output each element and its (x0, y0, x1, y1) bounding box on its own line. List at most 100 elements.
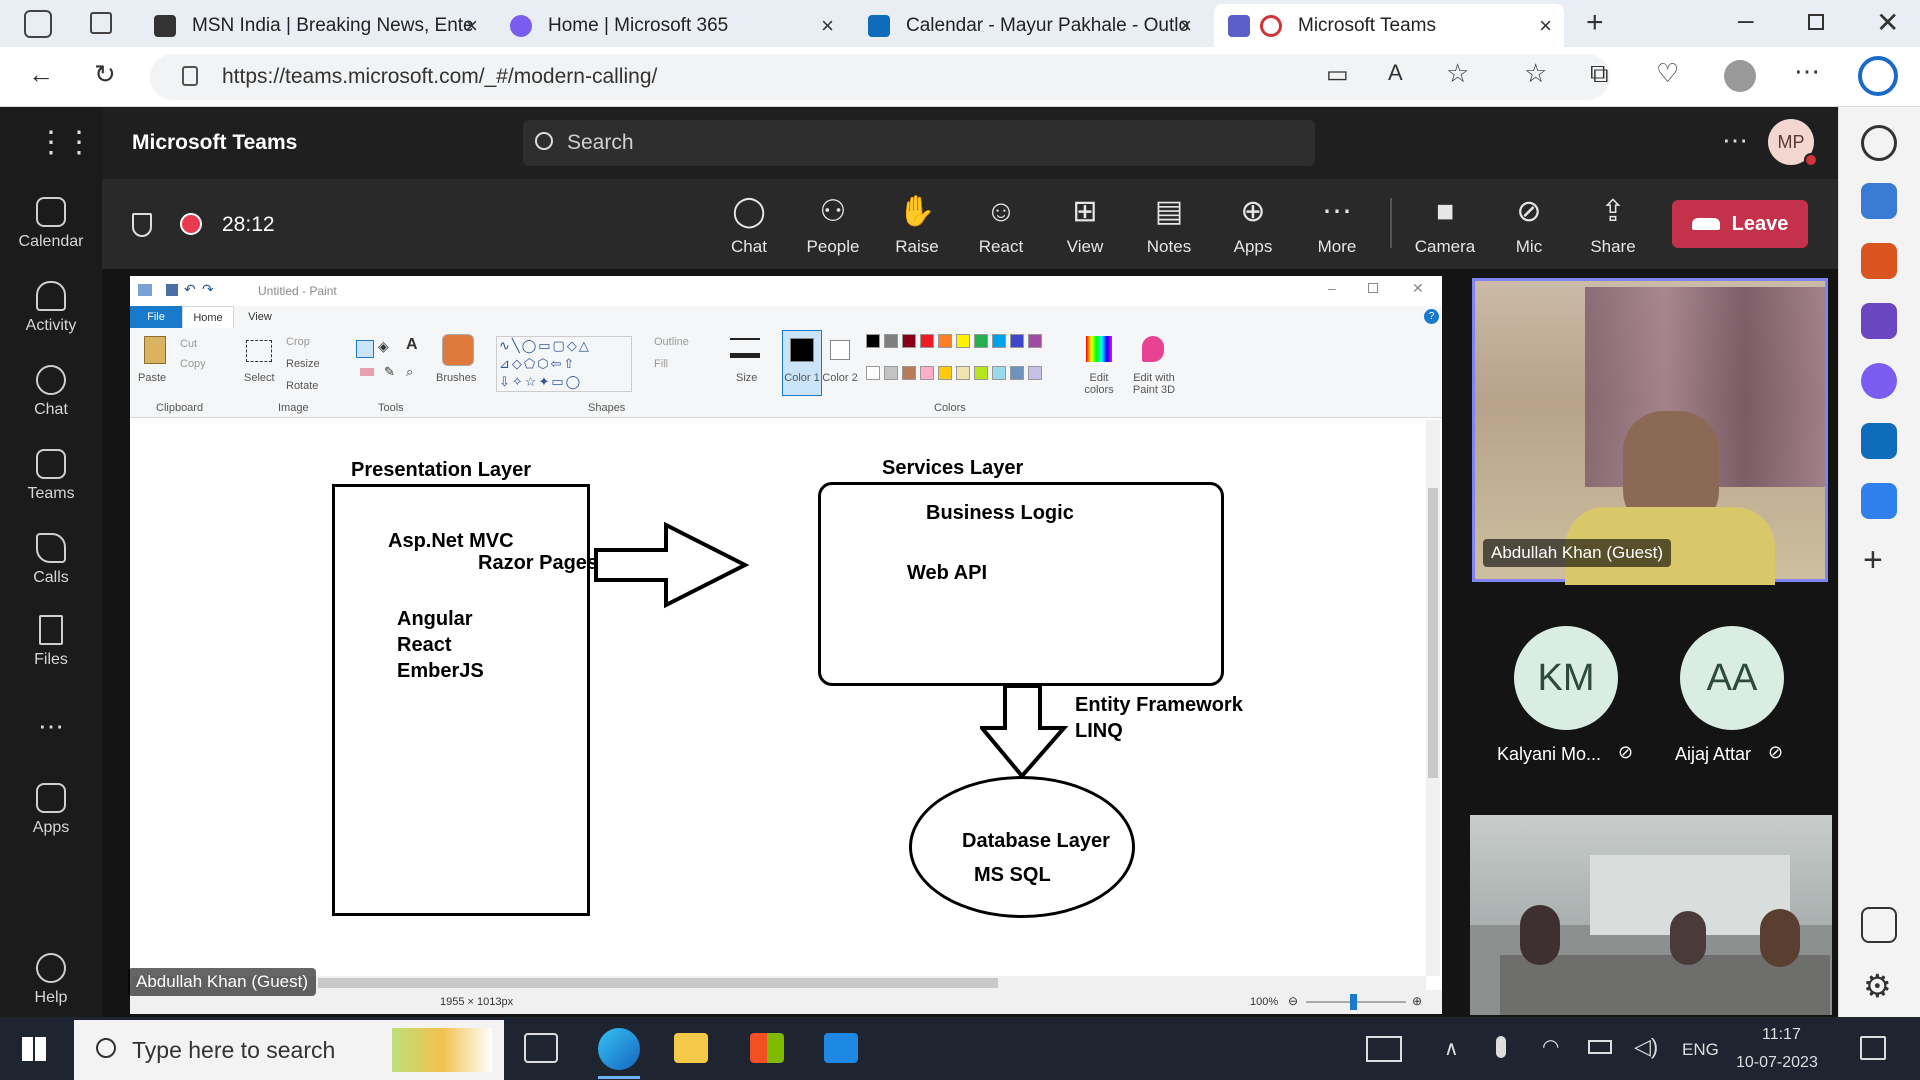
news-icon[interactable] (1366, 1036, 1402, 1062)
camera-button[interactable]: ■ Camera (1405, 195, 1485, 257)
notes-button[interactable]: ▤ Notes (1129, 195, 1209, 257)
react-button[interactable]: ☺ React (961, 195, 1041, 257)
more-options-icon[interactable]: ⋯ (1794, 56, 1820, 87)
refresh-icon[interactable]: ↻ (94, 59, 116, 90)
file-explorer-icon[interactable] (674, 1033, 708, 1063)
mail-icon[interactable] (824, 1033, 858, 1063)
close-tab-icon[interactable]: × (1179, 13, 1192, 39)
apps-button[interactable]: ⊕ Apps (1213, 195, 1293, 257)
drop-icon[interactable] (1861, 483, 1897, 519)
outlook-icon[interactable] (1861, 423, 1897, 459)
search-placeholder: Search (567, 131, 634, 154)
palette-swatch (992, 334, 1006, 348)
sidebar-toggle-icon[interactable] (1861, 907, 1897, 943)
share-button[interactable]: ⇪ Share (1573, 195, 1653, 257)
close-tab-icon[interactable]: × (465, 13, 478, 39)
favorites-icon[interactable]: ☆ (1524, 58, 1547, 89)
task-view-icon[interactable] (524, 1033, 558, 1063)
palette-swatch (1010, 366, 1024, 380)
chevron-up-icon[interactable]: ∧ (1444, 1036, 1459, 1061)
search-input[interactable]: Search (523, 120, 1315, 166)
paint-close-icon: ✕ (1412, 280, 1424, 296)
mic-button[interactable]: ⊘ Mic (1489, 195, 1569, 257)
clock-time[interactable]: 11:17 (1762, 1026, 1801, 1044)
close-window-icon[interactable]: ✕ (1876, 6, 1899, 39)
tools-icon[interactable] (1861, 243, 1897, 279)
volume-icon[interactable]: ◁) (1634, 1034, 1658, 1060)
edge-icon[interactable] (598, 1028, 640, 1070)
m365-icon[interactable] (1861, 363, 1897, 399)
view-button[interactable]: ⊞ View (1045, 195, 1125, 257)
paste-label: Paste (138, 372, 167, 384)
rail-item-teams[interactable]: Teams (0, 449, 102, 503)
settings-icon[interactable]: ⚙ (1863, 967, 1892, 1005)
close-tab-icon[interactable]: × (1539, 13, 1552, 39)
color2-swatch (830, 340, 850, 360)
rail-label: Apps (32, 819, 70, 836)
wifi-icon[interactable]: ◠ (1542, 1034, 1559, 1059)
taskbar-search[interactable]: Type here to search (74, 1020, 504, 1080)
leave-button[interactable]: Leave (1672, 200, 1808, 248)
participant-video-abdullah[interactable]: Abdullah Khan (Guest) (1472, 278, 1828, 585)
rail-item-calls[interactable]: Calls (0, 533, 102, 587)
shopping-icon[interactable] (1861, 183, 1897, 219)
add-icon[interactable]: + (1863, 541, 1883, 580)
restore-icon[interactable] (1808, 14, 1824, 30)
camera-permission-icon[interactable]: ▭ (1326, 60, 1349, 89)
people-icon: ⚇ (819, 195, 847, 228)
button-label: View (1066, 237, 1104, 256)
avatar-aijaj[interactable]: AA (1680, 626, 1784, 730)
new-tab-icon[interactable]: + (1586, 6, 1604, 40)
button-label: Apps (1233, 237, 1273, 256)
browser-tab-msn[interactable]: MSN India | Breaking News, Ente × (140, 4, 490, 47)
raise-hand-button[interactable]: ✋ Raise (877, 195, 957, 257)
rail-item-activity[interactable]: Activity (0, 281, 102, 335)
browser-tab-teams[interactable]: Microsoft Teams × (1214, 4, 1564, 47)
canvas-size: 1955 × 1013px (440, 996, 514, 1008)
games-icon[interactable] (1861, 303, 1897, 339)
minimize-icon[interactable]: – (1738, 4, 1754, 36)
read-aloud-icon[interactable]: A (1388, 60, 1403, 86)
participant-video-room[interactable] (1470, 815, 1832, 1015)
tab-actions-icon[interactable] (24, 10, 52, 38)
browser-tab-calendar[interactable]: Calendar - Mayur Pakhale - Outlo × (854, 4, 1204, 47)
rail-item-calendar[interactable]: Calendar (0, 197, 102, 251)
rail-label: Files (34, 651, 68, 668)
notifications-icon[interactable] (1860, 1036, 1886, 1060)
back-icon[interactable]: ← (28, 59, 54, 90)
palette-swatch (1028, 366, 1042, 380)
avatar-kalyani[interactable]: KM (1514, 626, 1618, 730)
favorite-icon[interactable]: ☆ (1446, 58, 1469, 89)
rail-item-files[interactable]: Files (0, 615, 102, 669)
select-icon (246, 340, 272, 362)
profile-avatar[interactable] (1724, 60, 1756, 92)
vertical-tabs-icon[interactable] (90, 12, 112, 34)
chat-button[interactable]: ◯ Chat (709, 195, 789, 257)
clock-date[interactable]: 10-07-2023 (1736, 1054, 1818, 1072)
hangup-icon (1691, 218, 1720, 230)
language-indicator[interactable]: ENG (1682, 1040, 1719, 1060)
close-tab-icon[interactable]: × (821, 13, 834, 39)
browser-tab-m365[interactable]: Home | Microsoft 365 × (496, 4, 846, 47)
start-icon[interactable] (22, 1037, 46, 1061)
store-icon[interactable] (750, 1033, 784, 1063)
more-button[interactable]: ⋯ More (1297, 195, 1377, 257)
paint-title: Untitled - Paint (258, 284, 337, 298)
search-icon[interactable] (1861, 125, 1897, 161)
rail-item-apps[interactable]: Apps (0, 783, 102, 837)
participant-name: Abdullah Khan (Guest) (1483, 539, 1671, 567)
settings-more-icon[interactable]: ⋯ (1722, 125, 1748, 156)
mic-icon[interactable] (1496, 1036, 1506, 1058)
collections-icon[interactable]: ⧉ (1590, 58, 1609, 90)
rail-item-chat[interactable]: Chat (0, 365, 102, 419)
battery-icon[interactable] (1588, 1040, 1612, 1054)
rail-item-help[interactable]: Help (0, 953, 102, 1007)
people-button[interactable]: ⚇ People (793, 195, 873, 257)
performance-icon[interactable]: ♡ (1656, 58, 1679, 89)
link-label: Entity Framework (1075, 694, 1243, 716)
search-icon (96, 1038, 116, 1058)
bing-icon[interactable] (1858, 56, 1898, 96)
more-apps-icon[interactable]: ⋯ (0, 711, 102, 742)
teams-app-bar: ⋮⋮⋮ Calendar Activity Chat Teams Calls F… (0, 107, 122, 1017)
fill-icon: ◈ (378, 338, 389, 354)
